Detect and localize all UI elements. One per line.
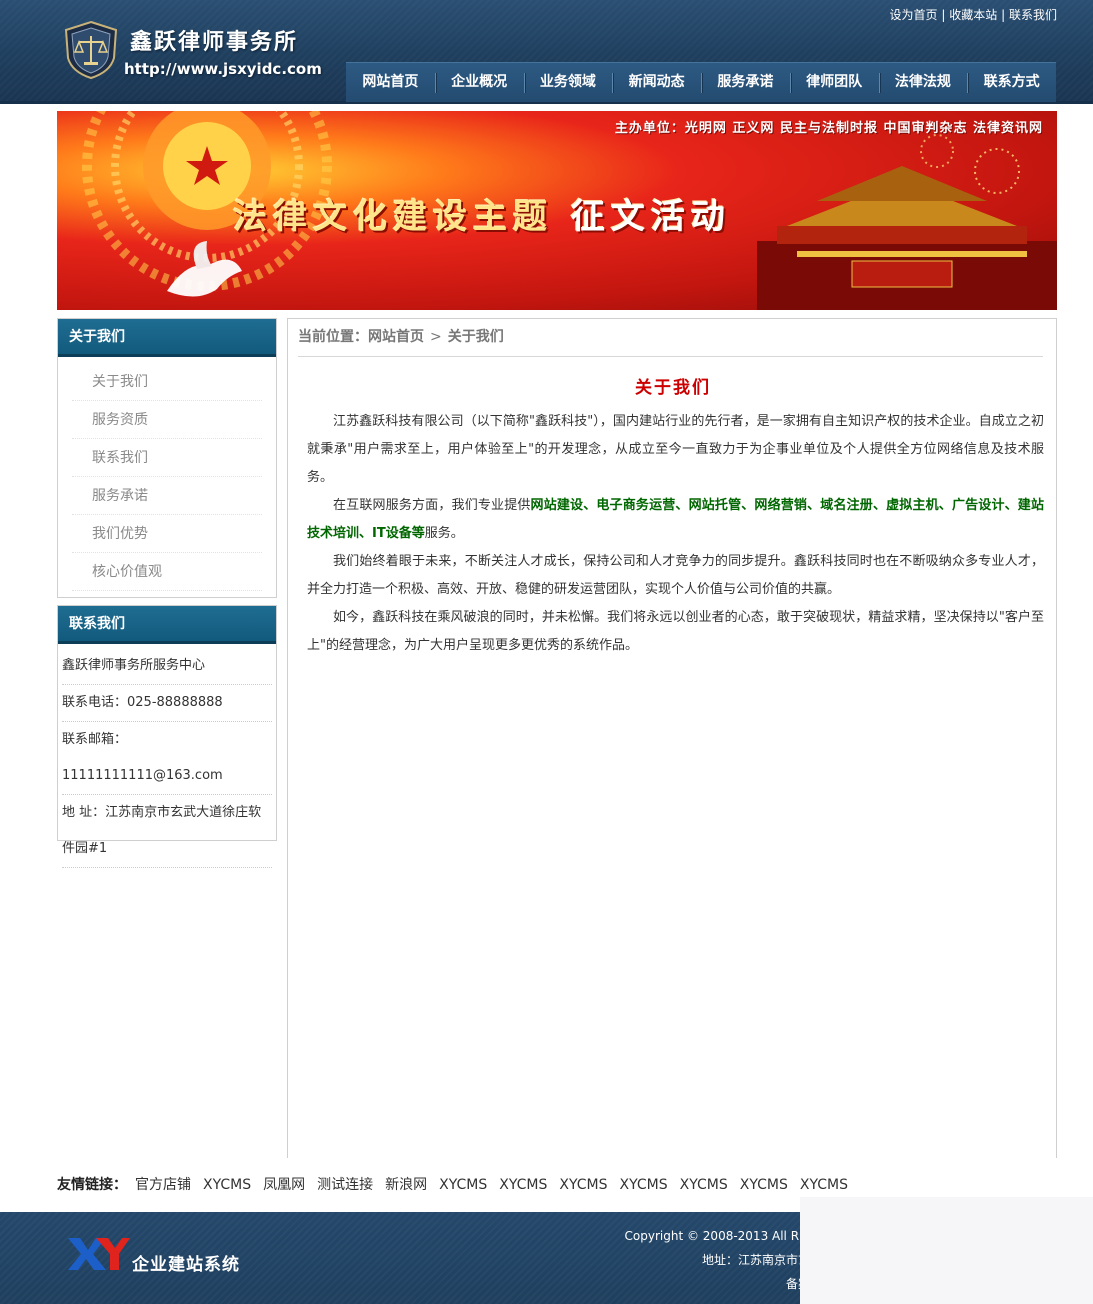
paragraph-text: 在互联网服务方面，我们专业提供	[333, 498, 531, 513]
main-nav: 网站首页 企业概况 业务领域 新闻动态 服务承诺 律师团队 法律法规 联系方式	[346, 62, 1056, 102]
friend-links: 友情链接： 官方店铺 XYCMS 凤凰网 测试连接 新浪网 XYCMS XYCM…	[57, 1172, 860, 1198]
footer-info: Copyright © 2008-2013 All Rig 地址：江苏南京市玄 …	[620, 1224, 810, 1296]
set-homepage-link[interactable]: 设为首页	[890, 8, 938, 22]
article-body: 江苏鑫跃科技有限公司（以下简称"鑫跃科技"），国内建站行业的先行者，是一家拥有自…	[307, 408, 1044, 660]
page-title: 关于我们	[635, 378, 711, 398]
banner-title-accent: 征文活动	[570, 197, 731, 237]
paragraph-text: 服务。	[424, 526, 464, 541]
footer-address: 地址：江苏南京市玄	[701, 1253, 810, 1267]
nav-lawyer-team[interactable]: 律师团队	[789, 63, 879, 102]
site-url: http://www.jsxyidc.com	[124, 60, 322, 78]
friend-link[interactable]: XYCMS	[620, 1172, 668, 1198]
nav-news[interactable]: 新闻动态	[612, 63, 701, 102]
contact-info-list: 鑫跃律师事务所服务中心 联系电话：025-88888888 联系邮箱：11111…	[58, 644, 276, 868]
breadcrumb-current: 关于我们	[447, 329, 504, 345]
footer-brand: 企业建站系统	[132, 1255, 240, 1275]
article-paragraph: 江苏鑫跃科技有限公司（以下简称"鑫跃科技"），国内建站行业的先行者，是一家拥有自…	[307, 414, 1044, 485]
sidebar-item-contact-us[interactable]: 联系我们	[72, 439, 262, 477]
top-link-separator: |	[1001, 8, 1006, 22]
friend-link[interactable]: XYCMS	[680, 1172, 728, 1198]
friend-link[interactable]: XYCMS	[559, 1172, 607, 1198]
friend-links-label: 友情链接：	[57, 1177, 127, 1193]
top-link-separator: |	[941, 8, 946, 22]
about-sidebar-heading: 关于我们	[58, 319, 276, 357]
contact-service-center: 鑫跃律师事务所服务中心	[62, 648, 272, 685]
friend-link[interactable]: 凤凰网	[263, 1172, 305, 1198]
bookmark-site-link[interactable]: 收藏本站	[949, 8, 997, 22]
contact-phone: 联系电话：025-88888888	[62, 685, 272, 722]
about-sidebar: 关于我们 关于我们 服务资质 联系我们 服务承诺 我们优势 核心价值观	[57, 318, 277, 598]
article-paragraph: 我们始终着眼于未来，不断关注人才成长，保持公司和人才竞争力的同步提升。鑫跃科技同…	[307, 554, 1044, 597]
contact-us-link[interactable]: 联系我们	[1009, 8, 1057, 22]
breadcrumb-label: 当前位置：	[298, 329, 368, 345]
sidebar-item-qualifications[interactable]: 服务资质	[72, 401, 262, 439]
article-paragraph: 如今，鑫跃科技在乘风破浪的同时，并未松懈。我们将永远以创业者的心态，敢于突破现状…	[307, 610, 1044, 653]
sidebar-item-core-values[interactable]: 核心价值观	[72, 553, 262, 591]
sidebar-item-advantages[interactable]: 我们优势	[72, 515, 262, 553]
footer-record: 备案	[785, 1277, 810, 1291]
contact-sidebar-heading: 联系我们	[58, 606, 276, 644]
breadcrumb-separator: >	[430, 329, 442, 345]
nav-service-promise[interactable]: 服务承诺	[701, 63, 790, 102]
law-emblem-icon	[64, 20, 118, 80]
nav-laws-regulations[interactable]: 法律法规	[878, 63, 968, 102]
hero-banner: 主办单位：光明网 正义网 民主与法制时报 中国审判杂志 法律资讯网 法律文化建设…	[57, 111, 1057, 310]
friend-link[interactable]: 测试连接	[317, 1172, 373, 1198]
nav-company-overview[interactable]: 企业概况	[434, 63, 524, 102]
article-paragraph: 在互联网服务方面，我们专业提供网站建设、电子商务运营、网站托管、网络营销、域名注…	[307, 492, 1044, 548]
xy-logo-icon	[68, 1238, 130, 1270]
banner-sponsor-text: 主办单位：光明网 正义网 民主与法制时报 中国审判杂志 法律资讯网	[614, 121, 1043, 136]
friend-link[interactable]: XYCMS	[800, 1172, 848, 1198]
main-content: 当前位置：网站首页 > 关于我们 关于我们 江苏鑫跃科技有限公司（以下简称"鑫跃科技…	[287, 318, 1057, 1158]
friend-link[interactable]: XYCMS	[499, 1172, 547, 1198]
blank-overlay-panel	[800, 1197, 1093, 1304]
nav-contact[interactable]: 联系方式	[967, 63, 1056, 102]
nav-business-areas[interactable]: 业务领域	[523, 63, 613, 102]
nav-home[interactable]: 网站首页	[346, 63, 435, 102]
friend-link[interactable]: XYCMS	[439, 1172, 487, 1198]
banner-title: 法律文化建设主题 征文活动	[233, 189, 731, 238]
banner-title-main: 法律文化建设主题	[233, 197, 553, 237]
contact-email: 联系邮箱：11111111111@163.com	[62, 722, 272, 795]
about-menu: 关于我们 服务资质 联系我们 服务承诺 我们优势 核心价值观	[58, 357, 276, 591]
footer-copyright: Copyright © 2008-2013 All Rig	[624, 1229, 810, 1243]
friend-link[interactable]: 官方店铺	[135, 1172, 191, 1198]
top-links: 设为首页 | 收藏本站 | 联系我们	[890, 6, 1057, 23]
breadcrumb-home-link[interactable]: 网站首页	[368, 329, 424, 345]
contact-sidebar: 联系我们 鑫跃律师事务所服务中心 联系电话：025-88888888 联系邮箱：…	[57, 605, 277, 868]
friend-link[interactable]: XYCMS	[203, 1172, 251, 1198]
sidebar-item-service-promise[interactable]: 服务承诺	[72, 477, 262, 515]
sidebar-item-about-us[interactable]: 关于我们	[72, 363, 262, 401]
friend-link[interactable]: XYCMS	[740, 1172, 788, 1198]
site-title: 鑫跃律师事务所	[130, 30, 299, 55]
breadcrumb: 当前位置：网站首页 > 关于我们	[298, 319, 1043, 357]
tiananmen-graphic	[757, 134, 1057, 310]
friend-link[interactable]: 新浪网	[385, 1172, 427, 1198]
site-header: 鑫跃律师事务所 http://www.jsxyidc.com 设为首页 | 收藏…	[0, 0, 1093, 104]
contact-address: 地 址：江苏南京市玄武大道徐庄软件园#1	[62, 795, 272, 868]
